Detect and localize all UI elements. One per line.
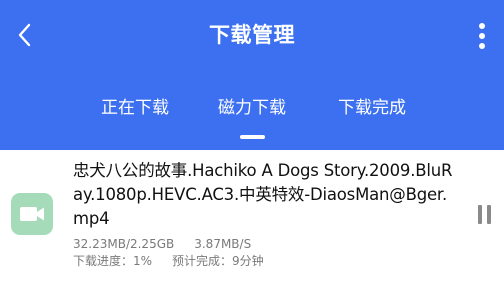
page-title: 下载管理 bbox=[209, 23, 295, 47]
download-speed: 3.87MB/S bbox=[194, 237, 252, 251]
tab-bar: 正在下载 磁力下载 下载完成 bbox=[0, 90, 504, 126]
download-progress: 下载进度：1% bbox=[73, 254, 153, 268]
pause-button[interactable] bbox=[470, 200, 498, 230]
pause-icon bbox=[478, 205, 482, 224]
more-options-button[interactable] bbox=[472, 17, 492, 53]
more-vertical-icon bbox=[479, 23, 485, 29]
tab-completed[interactable]: 下载完成 bbox=[327, 90, 417, 126]
chevron-left-icon bbox=[18, 23, 31, 47]
back-button[interactable] bbox=[10, 18, 42, 52]
active-tab-indicator bbox=[240, 135, 265, 139]
download-size: 32.23MB/2.25GB bbox=[73, 237, 175, 251]
video-file-thumbnail bbox=[11, 193, 53, 235]
download-eta: 预计完成：9分钟 bbox=[172, 254, 264, 268]
download-progress-row: 下载进度：1% 预计完成：9分钟 bbox=[73, 253, 373, 269]
tab-magnet[interactable]: 磁力下载 bbox=[207, 90, 297, 126]
tab-downloading[interactable]: 正在下载 bbox=[90, 90, 180, 126]
video-icon bbox=[20, 207, 44, 221]
header: 下载管理 正在下载 磁力下载 下载完成 bbox=[0, 0, 504, 150]
download-item[interactable]: 忠犬八公的故事.Hachiko A Dogs Story.2009.BluRay… bbox=[0, 150, 504, 291]
download-manager-screen: 下载管理 正在下载 磁力下载 下载完成 忠犬八公的故事.Hachiko A Do… bbox=[0, 0, 504, 291]
download-stats: 32.23MB/2.25GB 3.87MB/S bbox=[73, 236, 373, 252]
file-name: 忠犬八公的故事.Hachiko A Dogs Story.2009.BluRay… bbox=[73, 161, 453, 228]
